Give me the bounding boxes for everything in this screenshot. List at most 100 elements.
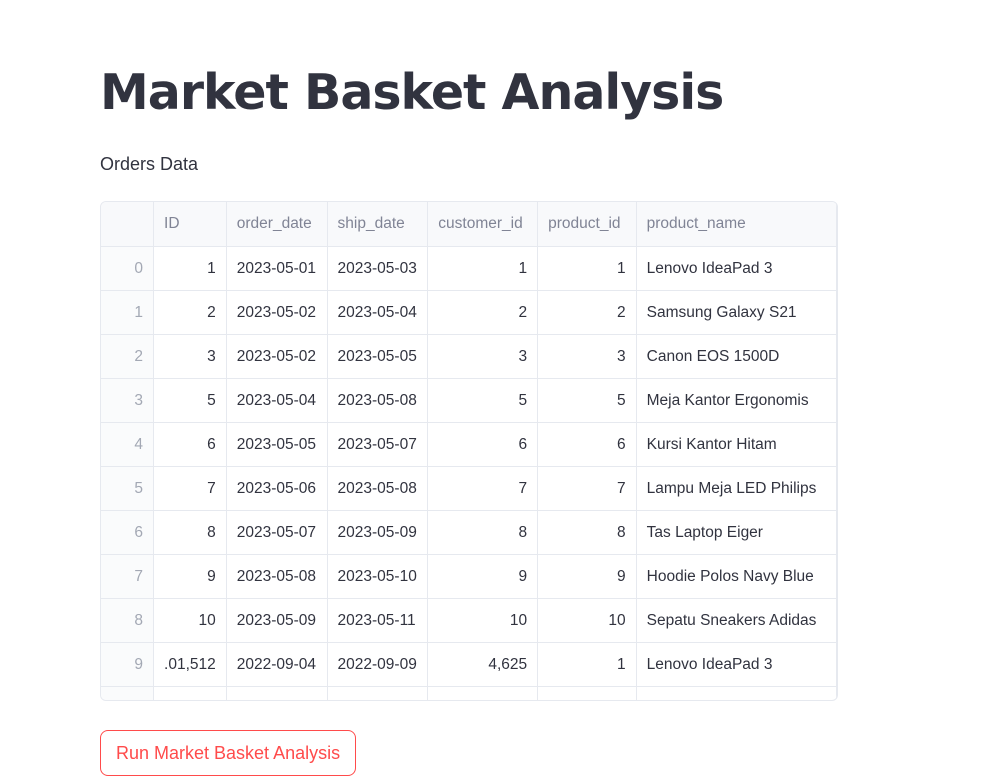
ship-date-cell[interactable]: 2023-05-08 [327, 378, 429, 423]
column-header-product-id[interactable]: product_id [537, 202, 637, 247]
product-id-cell[interactable]: 10 [537, 598, 637, 643]
product-id-cell[interactable]: 2 [537, 290, 637, 335]
table-row: 3 5 2023-05-04 2023-05-08 5 5 Meja Kanto… [101, 378, 837, 423]
product-name-cell[interactable] [636, 686, 837, 700]
table-row: 4 6 2023-05-05 2023-05-07 6 6 Kursi Kant… [101, 422, 837, 467]
ship-date-cell[interactable]: 2023-05-10 [327, 554, 429, 599]
run-market-basket-analysis-button[interactable]: Run Market Basket Analysis [100, 730, 357, 776]
customer-id-cell[interactable] [427, 686, 539, 700]
ship-date-cell[interactable]: 2023-05-08 [327, 466, 429, 511]
row-index-cell[interactable]: 2 [101, 334, 155, 379]
customer-id-cell[interactable]: 8 [427, 510, 539, 555]
column-header-customer-id[interactable]: customer_id [427, 202, 539, 247]
column-header-product-name[interactable]: product_name [636, 202, 837, 247]
id-cell[interactable]: 2 [153, 290, 227, 335]
ship-date-cell[interactable]: 2023-05-09 [327, 510, 429, 555]
id-cell[interactable]: 1 [153, 246, 227, 291]
product-name-cell[interactable]: Sepatu Sneakers Adidas [636, 598, 837, 643]
product-name-cell[interactable]: Canon EOS 1500D [636, 334, 837, 379]
ship-date-cell[interactable]: 2022-09-09 [327, 642, 429, 687]
order-date-cell[interactable]: 2023-05-09 [226, 598, 328, 643]
ship-date-cell[interactable]: 2023-05-04 [327, 290, 429, 335]
row-index-cell[interactable]: 7 [101, 554, 155, 599]
customer-id-cell[interactable]: 2 [427, 290, 539, 335]
product-name-cell[interactable]: Lampu Meja LED Philips [636, 466, 837, 511]
id-cell[interactable]: 10 [153, 598, 227, 643]
id-cell[interactable]: .01,512 [153, 642, 227, 687]
id-cell[interactable]: 3 [153, 334, 227, 379]
table-row: 1 2 2023-05-02 2023-05-04 2 2 Samsung Ga… [101, 290, 837, 335]
id-cell[interactable]: 5 [153, 378, 227, 423]
row-index-cell[interactable]: 3 [101, 378, 155, 423]
ship-date-cell[interactable]: 2023-05-05 [327, 334, 429, 379]
product-id-cell[interactable]: 8 [537, 510, 637, 555]
ship-date-cell[interactable]: 2023-05-03 [327, 246, 429, 291]
product-id-cell[interactable]: 3 [537, 334, 637, 379]
order-date-cell[interactable]: 2023-05-01 [226, 246, 328, 291]
customer-id-cell[interactable]: 7 [427, 466, 539, 511]
id-cell[interactable] [153, 686, 227, 700]
column-header-id[interactable]: ID [153, 202, 227, 247]
ship-date-cell[interactable] [327, 686, 429, 700]
id-cell[interactable]: 6 [153, 422, 227, 467]
product-id-cell[interactable]: 5 [537, 378, 637, 423]
product-name-cell[interactable]: Kursi Kantor Hitam [636, 422, 837, 467]
product-name-cell[interactable]: Hoodie Polos Navy Blue [636, 554, 837, 599]
row-index-cell[interactable]: 5 [101, 466, 155, 511]
product-name-cell[interactable]: Tas Laptop Eiger [636, 510, 837, 555]
product-id-cell[interactable]: 1 [537, 642, 637, 687]
customer-id-cell[interactable]: 9 [427, 554, 539, 599]
row-index-cell[interactable]: 6 [101, 510, 155, 555]
row-index-cell[interactable]: 0 [101, 246, 155, 291]
orders-table: ID order_date ship_date customer_id prod… [101, 202, 837, 700]
customer-id-cell[interactable]: 1 [427, 246, 539, 291]
order-date-cell[interactable]: 2023-05-02 [226, 334, 328, 379]
id-cell[interactable]: 7 [153, 466, 227, 511]
column-header-order-date[interactable]: order_date [226, 202, 328, 247]
id-cell[interactable]: 9 [153, 554, 227, 599]
column-header-ship-date[interactable]: ship_date [327, 202, 429, 247]
product-id-cell[interactable]: 6 [537, 422, 637, 467]
table-row-partial [101, 686, 837, 700]
order-date-cell[interactable]: 2023-05-02 [226, 290, 328, 335]
customer-id-cell[interactable]: 10 [427, 598, 539, 643]
product-name-cell[interactable]: Meja Kantor Ergonomis [636, 378, 837, 423]
product-id-cell[interactable]: 7 [537, 466, 637, 511]
orders-dataframe[interactable]: ID order_date ship_date customer_id prod… [100, 201, 838, 701]
ship-date-cell[interactable]: 2023-05-07 [327, 422, 429, 467]
order-date-cell[interactable]: 2023-05-07 [226, 510, 328, 555]
order-date-cell[interactable]: 2022-09-04 [226, 642, 328, 687]
row-index-cell[interactable]: 4 [101, 422, 155, 467]
row-index-cell[interactable]: 8 [101, 598, 155, 643]
table-row: 2 3 2023-05-02 2023-05-05 3 3 Canon EOS … [101, 334, 837, 379]
customer-id-cell[interactable]: 4,625 [427, 642, 539, 687]
row-index-cell[interactable] [101, 686, 155, 700]
customer-id-cell[interactable]: 3 [427, 334, 539, 379]
order-date-cell[interactable]: 2023-05-05 [226, 422, 328, 467]
product-id-cell[interactable]: 1 [537, 246, 637, 291]
id-cell[interactable]: 8 [153, 510, 227, 555]
orders-data-label: Orders Data [100, 154, 199, 174]
column-header-index[interactable] [101, 202, 155, 247]
product-id-cell[interactable] [537, 686, 637, 700]
table-row: 8 10 2023-05-09 2023-05-11 10 10 Sepatu … [101, 598, 837, 643]
product-name-cell[interactable]: Samsung Galaxy S21 [636, 290, 837, 335]
product-name-cell[interactable]: Lenovo IdeaPad 3 [636, 642, 837, 687]
order-date-cell[interactable]: 2023-05-06 [226, 466, 328, 511]
row-index-cell[interactable]: 1 [101, 290, 155, 335]
table-row: 5 7 2023-05-06 2023-05-08 7 7 Lampu Meja… [101, 466, 837, 511]
customer-id-cell[interactable]: 5 [427, 378, 539, 423]
page-title: Market Basket Analysis [100, 64, 724, 121]
table-row: 9 .01,512 2022-09-04 2022-09-09 4,625 1 … [101, 642, 837, 687]
table-row: 0 1 2023-05-01 2023-05-03 1 1 Lenovo Ide… [101, 246, 837, 291]
order-date-cell[interactable]: 2023-05-08 [226, 554, 328, 599]
product-id-cell[interactable]: 9 [537, 554, 637, 599]
ship-date-cell[interactable]: 2023-05-11 [327, 598, 429, 643]
order-date-cell[interactable] [226, 686, 328, 700]
order-date-cell[interactable]: 2023-05-04 [226, 378, 328, 423]
row-index-cell[interactable]: 9 [101, 642, 155, 687]
table-row: 7 9 2023-05-08 2023-05-10 9 9 Hoodie Pol… [101, 554, 837, 599]
product-name-cell[interactable]: Lenovo IdeaPad 3 [636, 246, 837, 291]
table-header-row: ID order_date ship_date customer_id prod… [101, 202, 837, 247]
customer-id-cell[interactable]: 6 [427, 422, 539, 467]
